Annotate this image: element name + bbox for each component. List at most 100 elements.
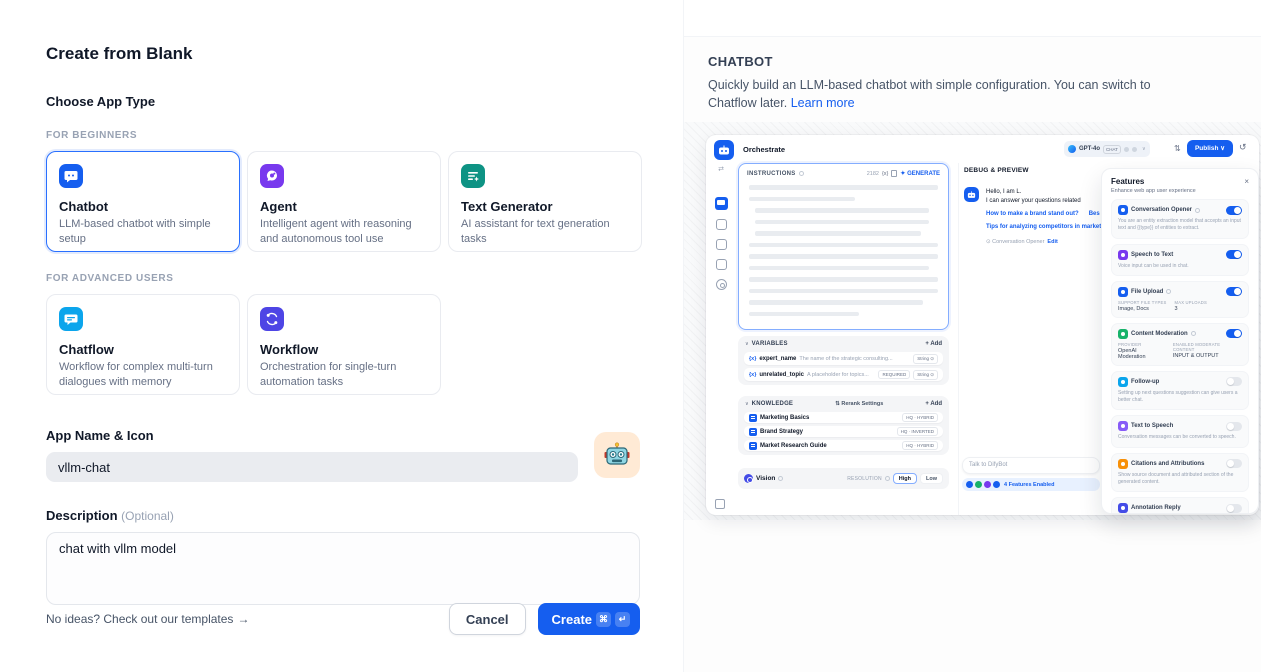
app-name-input[interactable] (46, 452, 578, 482)
card-description: Orchestration for single-turn automation… (260, 360, 428, 389)
app-type-card-agent[interactable]: Agent Intelligent agent with reasoning a… (247, 151, 441, 252)
workflow-icon (260, 307, 284, 331)
debug-preview-header: DEBUG & PREVIEW (964, 167, 1029, 174)
feature-toggle (1226, 287, 1242, 296)
right-top-strip (684, 0, 1261, 37)
notes-nav-icon (716, 259, 727, 270)
moderation-mini-icon (975, 481, 982, 488)
model-provider-icon (1068, 145, 1076, 153)
swap-icon: ⇄ (706, 165, 736, 173)
info-icon (1191, 331, 1196, 336)
publish-button: Publish ∨ (1187, 140, 1233, 157)
app-type-card-chatbot[interactable]: Chatbot LLM-based chatbot with simple se… (46, 151, 240, 252)
close-icon: × (1244, 177, 1249, 186)
feature-text-to-speech: Text to Speech Conversation messages can… (1111, 415, 1249, 447)
divider (958, 163, 959, 515)
citations-icon (1118, 459, 1128, 469)
instructions-label: INSTRUCTIONS (747, 171, 796, 177)
file-upload-icon (1118, 287, 1128, 297)
cancel-button[interactable]: Cancel (449, 603, 526, 635)
knowledge-doc-icon (749, 428, 757, 436)
settings-nav-icon (716, 279, 727, 290)
create-button[interactable]: Create ⌘ ↵ (538, 603, 640, 635)
speech-to-text-icon (1118, 250, 1128, 260)
selected-type-heading: CHATBOT (708, 54, 1237, 69)
create-app-modal: Create from Blank Choose App Type FOR BE… (0, 0, 1261, 672)
suggested-questions: How to make a brand stand out?Bes Tips f… (986, 208, 1112, 233)
card-title: Chatbot (59, 199, 227, 214)
bot-avatar (964, 187, 979, 202)
speech-mini-icon (984, 481, 991, 488)
cmd-key-icon: ⌘ (596, 612, 611, 627)
feature-follow-up: Follow-up Setting up next questions sugg… (1111, 371, 1249, 411)
text-to-speech-icon (1118, 421, 1128, 431)
vision-section: Vision RESOLUTION High Low (738, 468, 949, 489)
robot-emoji-icon (603, 442, 631, 468)
variable-type-tag: String ⊙ (913, 354, 938, 364)
variables-glyph-icon: {x} (882, 171, 888, 177)
create-from-blank-panel: Create from Blank Choose App Type FOR BE… (0, 0, 683, 672)
description-textarea[interactable]: chat with vllm model (46, 532, 640, 605)
variable-row: {x} expert_name The name of the strategi… (744, 352, 943, 365)
knowledge-row: Marketing Basics HQ · HYBRID (744, 412, 943, 423)
info-icon (799, 171, 804, 176)
description-label-row: Description (Optional) (46, 508, 683, 523)
image-nav-icon (716, 219, 727, 230)
app-type-card-chatflow[interactable]: Chatflow Workflow for complex multi-turn… (46, 294, 240, 395)
card-description: Intelligent agent with reasoning and aut… (260, 217, 428, 246)
preview-app-title: Orchestrate (743, 145, 785, 154)
orchestrate-nav-icon (715, 197, 728, 210)
opener-mini-icon (966, 481, 973, 488)
app-icon-picker-button[interactable] (594, 432, 640, 478)
card-description: AI assistant for text generation tasks (461, 217, 629, 246)
feature-toggle (1226, 206, 1242, 215)
knowledge-doc-icon (749, 442, 757, 450)
preview-app-icon (714, 140, 734, 160)
templates-link[interactable]: No ideas? Check out our templates→ (46, 612, 249, 626)
preview-illustration: Orchestrate GPT-4o CHAT ∨ ⇅ Publish ∨ ↺ … (684, 122, 1261, 520)
feature-toggle (1226, 459, 1242, 468)
generate-button: ✦ GENERATE (900, 170, 940, 177)
feature-file-upload: File Upload SUPPORT FILE TYPESImage, Doc… (1111, 281, 1249, 318)
feature-annotation-reply: Annotation Reply (1111, 497, 1249, 514)
rerank-settings-button: ⇅ Rerank Settings (835, 401, 883, 407)
chatflow-icon (59, 307, 83, 331)
app-type-card-workflow[interactable]: Workflow Orchestration for single-turn a… (247, 294, 441, 395)
advanced-app-type-cards: Chatflow Workflow for complex multi-turn… (46, 294, 683, 395)
preview-sidebar-rail: ⇄ (706, 163, 736, 515)
card-title: Text Generator (461, 199, 629, 214)
copy-icon (891, 170, 897, 177)
follow-up-icon (1118, 377, 1128, 387)
vision-icon (744, 474, 753, 483)
retrieval-tag: HQ · HYBRID (902, 413, 938, 422)
variable-row: {x} unrelated_topic A placeholder for to… (744, 368, 943, 381)
features-panel: Features × Enhance web app user experien… (1101, 168, 1259, 514)
chevron-down-icon: ∨ (1142, 146, 1146, 152)
choose-app-type-label: Choose App Type (46, 94, 683, 109)
description-optional-hint: (Optional) (121, 509, 174, 523)
learn-more-link[interactable]: Learn more (791, 96, 855, 110)
resolution-low-chip: Low (920, 473, 943, 484)
char-count: 2182 (867, 171, 879, 177)
retrieval-tag: HQ · HYBRID (902, 441, 938, 450)
chevron-down-icon: ∨ (745, 341, 749, 347)
app-type-card-text-generator[interactable]: Text Generator AI assistant for text gen… (448, 151, 642, 252)
feature-toggle (1226, 329, 1242, 338)
knowledge-doc-icon (749, 414, 757, 422)
feature-toggle (1226, 250, 1242, 259)
card-description: Workflow for complex multi-turn dialogue… (59, 360, 227, 389)
feature-toggle (1226, 422, 1242, 431)
instructions-panel: INSTRUCTIONS 2182 {x} ✦ GENERATE (738, 163, 949, 330)
info-icon (778, 476, 783, 481)
card-title: Chatflow (59, 342, 227, 357)
modal-footer: No ideas? Check out our templates→ Cance… (46, 603, 640, 635)
panel-toggle-icon (715, 499, 725, 509)
info-icon (1195, 208, 1200, 213)
tune-icon: ⇅ (1174, 144, 1181, 153)
variable-glyph-icon: {x} (749, 356, 756, 362)
feature-speech-to-text: Speech to Text Voice input can be used i… (1111, 244, 1249, 276)
variable-type-tag: String ⊙ (913, 370, 938, 380)
edit-link: Edit (1047, 239, 1057, 245)
instructions-placeholder-text (739, 181, 948, 327)
card-title: Agent (260, 199, 428, 214)
